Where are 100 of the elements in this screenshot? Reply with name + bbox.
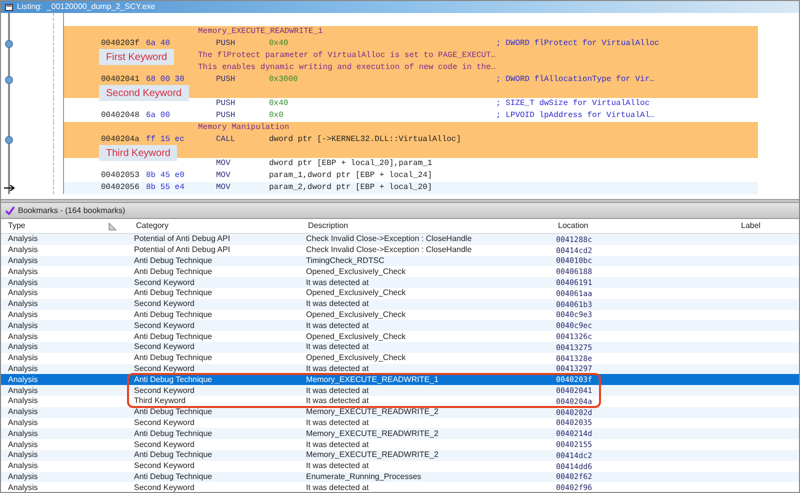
operand: 0x40 (269, 98, 288, 110)
table-cell-text: Opened_Exclusively_Check (305, 308, 407, 321)
plate-comment: Memory_EXECUTE_READWRITE_1 (198, 26, 323, 38)
operand: param_2,dword ptr [EBP + local_20] (269, 182, 432, 194)
table-cell-text: Opened_Exclusively_Check (305, 287, 407, 300)
table-cell-text: Analysis (7, 233, 39, 246)
sort-icon[interactable] (108, 222, 117, 230)
address: 0040204a (101, 134, 140, 146)
table-cell-text: Second Keyword (133, 438, 196, 451)
table-cell-text: Analysis (7, 298, 39, 310)
table-cell-text: It was detected at (305, 438, 370, 451)
eol-comment: ; DWORD flAllocationType for Vir… (496, 74, 654, 86)
table-cell-text: Third Keyword (133, 395, 187, 408)
table-cell-text: Memory_EXECUTE_READWRITE_2 (305, 406, 440, 418)
table-cell-text: Second Keyword (133, 298, 196, 310)
table-cell-text: Second Keyword (133, 384, 196, 397)
operand: 0x3000 (269, 74, 298, 86)
operand: dword ptr [EBP + local_20],param_1 (269, 158, 432, 170)
table-cell-text: Anti Debug Technique (133, 287, 214, 300)
operand: dword ptr [->KERNEL32.DLL::VirtualAlloc] (269, 134, 462, 146)
table-cell-text: Potential of Anti Debug API (133, 233, 232, 246)
address: 00402056 (101, 182, 140, 194)
mnemonic: PUSH (216, 74, 236, 86)
bytes: 8b 45 e0 (146, 170, 184, 182)
column-header[interactable]: Label (734, 219, 799, 233)
table-cell-text: Potential of Anti Debug API (133, 244, 232, 256)
address: 00402053 (101, 170, 140, 182)
table-cell-text: Check Invalid Close->Exception : CloseHandle (305, 244, 473, 256)
table-cell-text: Anti Debug Technique (133, 330, 214, 343)
table-cell-text: Second Keyword (133, 276, 196, 289)
eol-comment: ; LPVOID lpAddress for VirtualAl… (496, 110, 654, 122)
table-cell-text: Analysis (7, 416, 39, 429)
eol-comment: The flProtect parameter of VirtualAlloc is set to PAGE_EXECUT… (198, 50, 496, 62)
table-cell-text: Analysis (7, 244, 39, 256)
column-header[interactable]: Location (551, 219, 734, 233)
window-title: Listing: _00120000_dump_2_SCY.exe (17, 1, 156, 13)
panel-title: Bookmarks - (164 bookmarks) (18, 204, 126, 216)
table-cell-text: Anti Debug Technique (133, 352, 214, 364)
mnemonic: MOV (216, 182, 230, 194)
table-cell-text: Analysis (7, 287, 39, 300)
table-cell-text: It was detected at (305, 482, 370, 492)
table-cell-text: Analysis (7, 384, 39, 397)
column-header[interactable]: Description (301, 219, 551, 233)
table-cell-text: Analysis (7, 308, 39, 321)
table-cell-text: Analysis (7, 406, 39, 418)
table-cell-text: Analysis (7, 438, 39, 451)
table-cell-text: It was detected at (305, 362, 370, 375)
table-cell-text: Anti Debug Technique (133, 449, 214, 462)
table-cell-text: It was detected at (305, 320, 370, 332)
table-cell-text: It was detected at (305, 341, 370, 354)
table-cell-text: It was detected at (305, 460, 370, 472)
table-cell-text: Opened_Exclusively_Check (305, 330, 407, 343)
eol-comment: ; SIZE_T dwSize for VirtualAlloc (496, 98, 650, 110)
table-cell-text: TimingCheck_RDTSC (305, 255, 386, 267)
keyword-callout: Second Keyword (99, 85, 189, 101)
table-cell-text: Analysis (7, 470, 39, 483)
eol-comment: ; DWORD flProtect for VirtualAlloc (496, 38, 660, 50)
table-cell-text: Memory_EXECUTE_READWRITE_2 (305, 428, 440, 440)
table-cell-text: Analysis (7, 482, 39, 492)
table-cell-text: Analysis (7, 449, 39, 462)
table-cell-text: Second Keyword (133, 416, 196, 429)
table-cell-text: Anti Debug Technique (133, 428, 214, 440)
keyword-callout: Third Keyword (99, 145, 178, 161)
table-cell-text: Analysis (7, 352, 39, 364)
table-cell-text: Analysis (7, 395, 39, 408)
table-cell-text: Second Keyword (133, 362, 196, 375)
table-cell-text: It was detected at (305, 276, 370, 289)
operand: param_1,dword ptr [EBP + local_24] (269, 170, 432, 182)
table-cell-text: Analysis (7, 362, 39, 375)
mnemonic: MOV (216, 170, 230, 182)
table-cell-text: Anti Debug Technique (133, 406, 214, 418)
table-cell-text: Check Invalid Close->Exception : CloseHandle (305, 233, 473, 246)
table-cell-text: Analysis (7, 266, 39, 278)
column-header[interactable]: Category (129, 219, 301, 233)
bytes: 68 00 30 (146, 74, 184, 86)
eol-comment: This enables dynamic writing and execution of new code in the… (198, 62, 496, 74)
address: 00402041 (101, 74, 140, 86)
table-cell-text: Anti Debug Technique (133, 470, 214, 483)
table-cell-text: Second Keyword (133, 460, 196, 472)
table-cell-text: Second Keyword (133, 341, 196, 354)
mnemonic: PUSH (216, 110, 236, 122)
address: 00402048 (101, 110, 140, 122)
table-cell-text: It was detected at (305, 298, 370, 310)
table-cell-text: Anti Debug Technique (133, 374, 214, 386)
table-cell-text: Analysis (7, 374, 39, 386)
table-cell-text: It was detected at (305, 384, 370, 397)
column-header[interactable]: Type (1, 219, 129, 233)
table-cell-text: Analysis (7, 460, 39, 472)
mnemonic: PUSH (216, 38, 236, 50)
table-cell-text: Opened_Exclusively_Check (305, 352, 407, 364)
table-cell-text: Second Keyword (133, 482, 196, 492)
table-cell-text: Analysis (7, 341, 39, 354)
table-cell-text: Memory_EXECUTE_READWRITE_1 (305, 374, 440, 386)
table-cell-text: Analysis (7, 330, 39, 343)
table-cell-text: Memory_EXECUTE_READWRITE_2 (305, 449, 440, 462)
window-icon (5, 4, 13, 10)
table-cell-text: Enumerate_Running_Processes (305, 470, 422, 483)
table-cell-text: It was detected at (305, 395, 370, 408)
table-cell-text: Analysis (7, 276, 39, 289)
table-cell-text: Anti Debug Technique (133, 308, 214, 321)
